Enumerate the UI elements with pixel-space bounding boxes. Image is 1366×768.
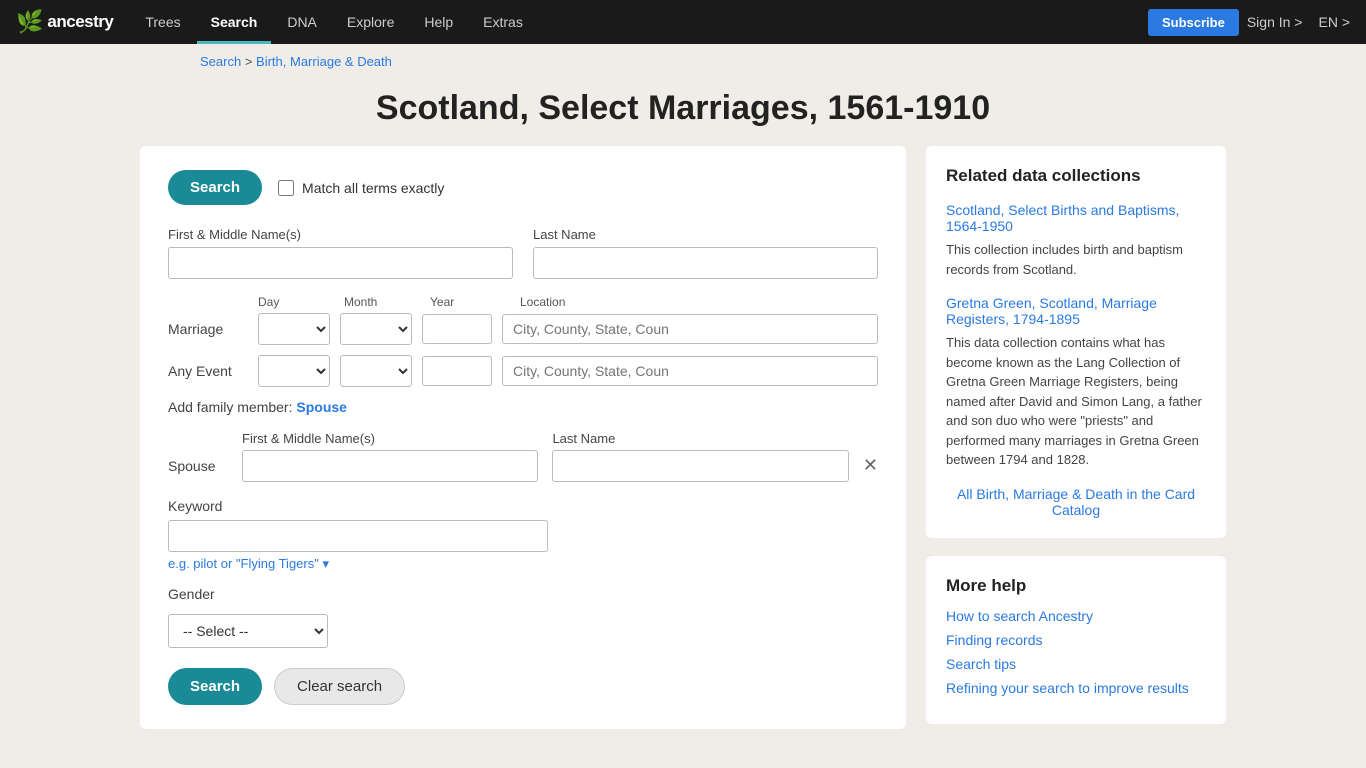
spouse-last-input[interactable] xyxy=(552,450,848,482)
any-event-location-input[interactable] xyxy=(502,356,878,386)
marriage-location-input[interactable] xyxy=(502,314,878,344)
related-collections-card: Related data collections Scotland, Selec… xyxy=(926,146,1226,538)
keyword-input[interactable] xyxy=(168,520,548,552)
spouse-first-group: First & Middle Name(s) xyxy=(242,431,538,482)
gender-select[interactable]: -- Select -- Male Female xyxy=(168,614,328,648)
collection2-link[interactable]: Gretna Green, Scotland, Marriage Registe… xyxy=(946,295,1206,327)
match-exact-checkbox[interactable] xyxy=(278,180,294,196)
bottom-buttons: Search Clear search xyxy=(168,668,878,705)
search-button-bottom[interactable]: Search xyxy=(168,668,262,705)
any-event-row: Any Event xyxy=(168,355,878,387)
language-selector[interactable]: EN > xyxy=(1318,14,1350,30)
match-exact-label[interactable]: Match all terms exactly xyxy=(278,180,444,196)
navbar: 🌿 ancestry Trees Search DNA Explore Help… xyxy=(0,0,1366,44)
help-link-3[interactable]: Refining your search to improve results xyxy=(946,680,1206,696)
add-family-section: Add family member: Spouse xyxy=(168,399,878,415)
nav-item-extras[interactable]: Extras xyxy=(469,0,537,44)
logo-text: ancestry xyxy=(47,12,113,32)
help-link-0[interactable]: How to search Ancestry xyxy=(946,608,1206,624)
nav-item-dna[interactable]: DNA xyxy=(273,0,331,44)
page-title: Scotland, Select Marriages, 1561-1910 xyxy=(0,89,1366,128)
logo[interactable]: 🌿 ancestry xyxy=(16,9,113,35)
spouse-last-group: Last Name xyxy=(552,431,848,482)
match-exact-text: Match all terms exactly xyxy=(302,180,444,196)
any-event-day-select[interactable] xyxy=(258,355,330,387)
add-spouse-link[interactable]: Spouse xyxy=(296,399,347,415)
spouse-first-label: First & Middle Name(s) xyxy=(242,431,538,446)
collection2-desc: This data collection contains what has b… xyxy=(946,333,1206,470)
more-help-title: More help xyxy=(946,576,1206,596)
collection1-desc: This collection includes birth and bapti… xyxy=(946,240,1206,279)
last-name-group: Last Name xyxy=(533,227,878,279)
signin-link[interactable]: Sign In > xyxy=(1247,14,1303,30)
spouse-first-input[interactable] xyxy=(242,450,538,482)
marriage-month-select[interactable] xyxy=(340,313,412,345)
remove-spouse-button[interactable]: ✕ xyxy=(863,455,878,482)
search-button-top[interactable]: Search xyxy=(168,170,262,205)
gender-label: Gender xyxy=(168,586,878,602)
nav-item-search[interactable]: Search xyxy=(197,0,272,44)
last-name-input[interactable] xyxy=(533,247,878,279)
spouse-row: Spouse First & Middle Name(s) Last Name … xyxy=(168,431,878,482)
collection1-link[interactable]: Scotland, Select Births and Baptisms, 15… xyxy=(946,202,1206,234)
subscribe-button[interactable]: Subscribe xyxy=(1148,9,1239,36)
search-top-bar: Search Match all terms exactly xyxy=(168,170,878,205)
month-header: Month xyxy=(344,295,414,309)
related-title: Related data collections xyxy=(946,166,1206,186)
marriage-day-select[interactable] xyxy=(258,313,330,345)
date-headers: Day Month Year Location xyxy=(168,295,878,309)
keyword-section: Keyword e.g. pilot or "Flying Tigers" ▾ xyxy=(168,498,878,572)
breadcrumb-root[interactable]: Search xyxy=(200,54,241,69)
keyword-label: Keyword xyxy=(168,498,878,514)
first-name-group: First & Middle Name(s) xyxy=(168,227,513,279)
help-link-2[interactable]: Search tips xyxy=(946,656,1206,672)
catalog-link[interactable]: All Birth, Marriage & Death in the Card … xyxy=(946,486,1206,518)
nav-item-help[interactable]: Help xyxy=(410,0,467,44)
marriage-label: Marriage xyxy=(168,321,248,337)
spouse-label: Spouse xyxy=(168,458,228,482)
any-event-month-select[interactable] xyxy=(340,355,412,387)
help-link-1[interactable]: Finding records xyxy=(946,632,1206,648)
spouse-section: Spouse First & Middle Name(s) Last Name … xyxy=(168,431,878,482)
breadcrumb-separator: > xyxy=(245,54,256,69)
more-help-card: More help How to search Ancestry Finding… xyxy=(926,556,1226,724)
spouse-last-label: Last Name xyxy=(552,431,848,446)
add-family-label: Add family member: xyxy=(168,399,292,415)
marriage-year-input[interactable] xyxy=(422,314,492,344)
gender-section: Gender -- Select -- Male Female xyxy=(168,586,878,648)
name-row: First & Middle Name(s) Last Name xyxy=(168,227,878,279)
nav-item-explore[interactable]: Explore xyxy=(333,0,408,44)
year-header: Year xyxy=(430,295,500,309)
marriage-row: Marriage xyxy=(168,313,878,345)
breadcrumb: Search > Birth, Marriage & Death xyxy=(0,44,1366,79)
last-name-label: Last Name xyxy=(533,227,878,242)
keyword-hint[interactable]: e.g. pilot or "Flying Tigers" ▾ xyxy=(168,556,878,572)
nav-item-trees[interactable]: Trees xyxy=(131,0,194,44)
nav-links: Trees Search DNA Explore Help Extras xyxy=(131,0,1148,44)
any-event-label: Any Event xyxy=(168,363,248,379)
main-layout: Search Match all terms exactly First & M… xyxy=(0,146,1366,759)
nav-right: Subscribe Sign In > EN > xyxy=(1148,9,1350,36)
location-header: Location xyxy=(520,295,565,309)
clear-search-button[interactable]: Clear search xyxy=(274,668,405,705)
any-event-year-input[interactable] xyxy=(422,356,492,386)
spouse-inputs: First & Middle Name(s) Last Name xyxy=(242,431,849,482)
right-panel: Related data collections Scotland, Selec… xyxy=(926,146,1226,724)
first-name-label: First & Middle Name(s) xyxy=(168,227,513,242)
search-panel: Search Match all terms exactly First & M… xyxy=(140,146,906,729)
first-name-input[interactable] xyxy=(168,247,513,279)
breadcrumb-child[interactable]: Birth, Marriage & Death xyxy=(256,54,392,69)
logo-leaf-icon: 🌿 xyxy=(16,9,43,35)
day-header: Day xyxy=(258,295,328,309)
